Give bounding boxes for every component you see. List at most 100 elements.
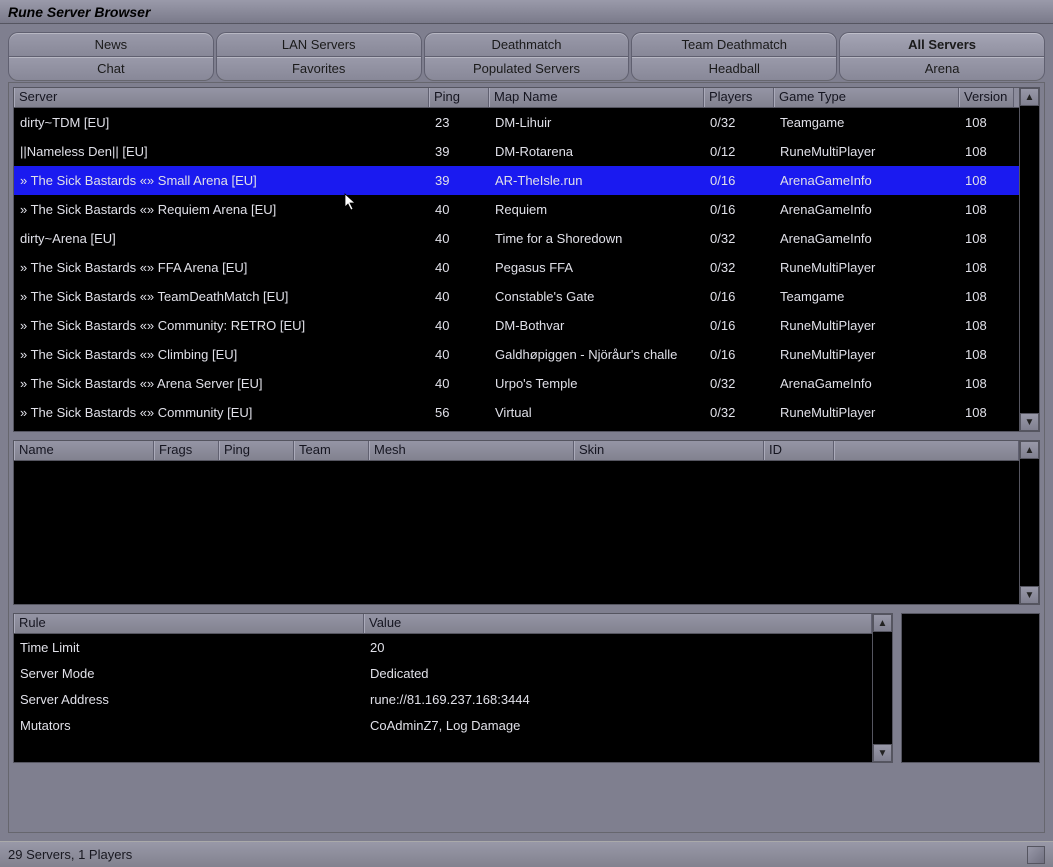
status-text: 29 Servers, 1 Players [8,847,132,862]
cell: dirty~TDM [EU] [14,115,429,130]
cell: DM-Bothvar [489,318,704,333]
scroll-up-icon[interactable]: ▲ [873,614,892,632]
server-row[interactable]: dirty~Arena [EU]40Time for a Shoredown0/… [14,224,1019,253]
server-list-panel: Server Ping Map Name Players Game Type V… [13,87,1040,432]
tab-headball[interactable]: Headball [631,56,837,81]
cell: 23 [429,115,489,130]
col-mesh[interactable]: Mesh [369,441,574,460]
rules-panel: Rule Value Time Limit20Server ModeDedica… [13,613,893,763]
col-version[interactable]: Version [959,88,1014,107]
cell: 39 [429,144,489,159]
player-rows[interactable] [14,461,1019,604]
tab-team-deathmatch[interactable]: Team Deathmatch [631,32,837,57]
rule-rows[interactable]: Time Limit20Server ModeDedicatedServer A… [14,634,872,762]
col-game-type[interactable]: Game Type [774,88,959,107]
scroll-track[interactable] [1020,106,1039,413]
rule-row[interactable]: Time Limit20 [14,634,872,660]
rule-name: Server Mode [14,666,364,681]
col-name[interactable]: Name [14,441,154,460]
server-row[interactable]: » The Sick Bastards «» Small Arena [EU]3… [14,166,1019,195]
col-team[interactable]: Team [294,441,369,460]
rules-row: Rule Value Time Limit20Server ModeDedica… [13,613,1040,763]
cell: » The Sick Bastards «» Arena Server [EU] [14,376,429,391]
cell: 108 [959,405,1014,420]
cell: 0/16 [704,289,774,304]
server-row[interactable]: » The Sick Bastards «» Community [EU]56V… [14,398,1019,427]
cell: » The Sick Bastards «» Community [EU] [14,405,429,420]
scroll-track[interactable] [1020,459,1039,586]
cell: 108 [959,318,1014,333]
cell: 0/32 [704,115,774,130]
cell: » The Sick Bastards «» Requiem Arena [EU… [14,202,429,217]
tab-chat[interactable]: Chat [8,56,214,81]
resize-grip-icon[interactable] [1027,846,1045,864]
col-extra[interactable] [834,441,1019,460]
col-ping[interactable]: Ping [429,88,489,107]
cell: Teamgame [774,289,959,304]
server-row[interactable]: » The Sick Bastards «» Community: RETRO … [14,311,1019,340]
cell: 0/16 [704,347,774,362]
rule-name: Mutators [14,718,364,733]
scroll-track[interactable] [873,632,892,744]
col-player-ping[interactable]: Ping [219,441,294,460]
scroll-down-icon[interactable]: ▼ [1020,586,1039,604]
col-map[interactable]: Map Name [489,88,704,107]
content-frame: Server Ping Map Name Players Game Type V… [8,82,1045,833]
cell: 108 [959,376,1014,391]
rule-value: CoAdminZ7, Log Damage [364,718,872,733]
cell: 108 [959,260,1014,275]
col-frags[interactable]: Frags [154,441,219,460]
col-value[interactable]: Value [364,614,872,633]
tab-news[interactable]: News [8,32,214,57]
server-row[interactable]: » The Sick Bastards «» Arena Server [EU]… [14,369,1019,398]
player-list-headers: Name Frags Ping Team Mesh Skin ID [14,441,1019,461]
cell: ArenaGameInfo [774,376,959,391]
tab-populated-servers[interactable]: Populated Servers [424,56,630,81]
tab-favorites[interactable]: Favorites [216,56,422,81]
window-title: Rune Server Browser [8,4,150,20]
cell: 0/16 [704,202,774,217]
cell: Virtual [489,405,704,420]
player-scrollbar[interactable]: ▲ ▼ [1019,441,1039,604]
cell: 40 [429,347,489,362]
cell: Pegasus FFA [489,260,704,275]
rule-row[interactable]: MutatorsCoAdminZ7, Log Damage [14,712,872,738]
cell: RuneMultiPlayer [774,144,959,159]
rule-row[interactable]: Server Addressrune://81.169.237.168:3444 [14,686,872,712]
cell: 40 [429,260,489,275]
server-scrollbar[interactable]: ▲ ▼ [1019,88,1039,431]
cell: 108 [959,289,1014,304]
server-row[interactable]: ||Nameless Den|| [EU]39DM-Rotarena0/12Ru… [14,137,1019,166]
rule-row[interactable]: Server ModeDedicated [14,660,872,686]
col-skin[interactable]: Skin [574,441,764,460]
scroll-down-icon[interactable]: ▼ [873,744,892,762]
tab-arena[interactable]: Arena [839,56,1045,81]
tab-all-servers[interactable]: All Servers [839,32,1045,57]
tab-lan-servers[interactable]: LAN Servers [216,32,422,57]
cell: 0/32 [704,405,774,420]
scroll-up-icon[interactable]: ▲ [1020,88,1039,106]
cell: 0/32 [704,376,774,391]
cell: 108 [959,115,1014,130]
server-row[interactable]: dirty~TDM [EU]23DM-Lihuir0/32Teamgame108 [14,108,1019,137]
scroll-down-icon[interactable]: ▼ [1020,413,1039,431]
tab-deathmatch[interactable]: Deathmatch [424,32,630,57]
server-row[interactable]: » The Sick Bastards «» FFA Arena [EU]40P… [14,253,1019,282]
cell: ArenaGameInfo [774,173,959,188]
scroll-up-icon[interactable]: ▲ [1020,441,1039,459]
rules-scrollbar[interactable]: ▲ ▼ [872,614,892,762]
col-server[interactable]: Server [14,88,429,107]
tab-row-top: News LAN Servers Deathmatch Team Deathma… [8,32,1045,57]
col-rule[interactable]: Rule [14,614,364,633]
title-bar: Rune Server Browser [0,0,1053,24]
server-row[interactable]: » The Sick Bastards «» Climbing [EU]40Ga… [14,340,1019,369]
cell: RuneMultiPlayer [774,347,959,362]
rules-headers: Rule Value [14,614,872,634]
server-rows[interactable]: dirty~TDM [EU]23DM-Lihuir0/32Teamgame108… [14,108,1019,431]
cell: 108 [959,173,1014,188]
server-row[interactable]: » The Sick Bastards «» Requiem Arena [EU… [14,195,1019,224]
col-players[interactable]: Players [704,88,774,107]
cell: Galdhøpiggen - Njöråur's challe [489,347,704,362]
col-id[interactable]: ID [764,441,834,460]
server-row[interactable]: » The Sick Bastards «» TeamDeathMatch [E… [14,282,1019,311]
